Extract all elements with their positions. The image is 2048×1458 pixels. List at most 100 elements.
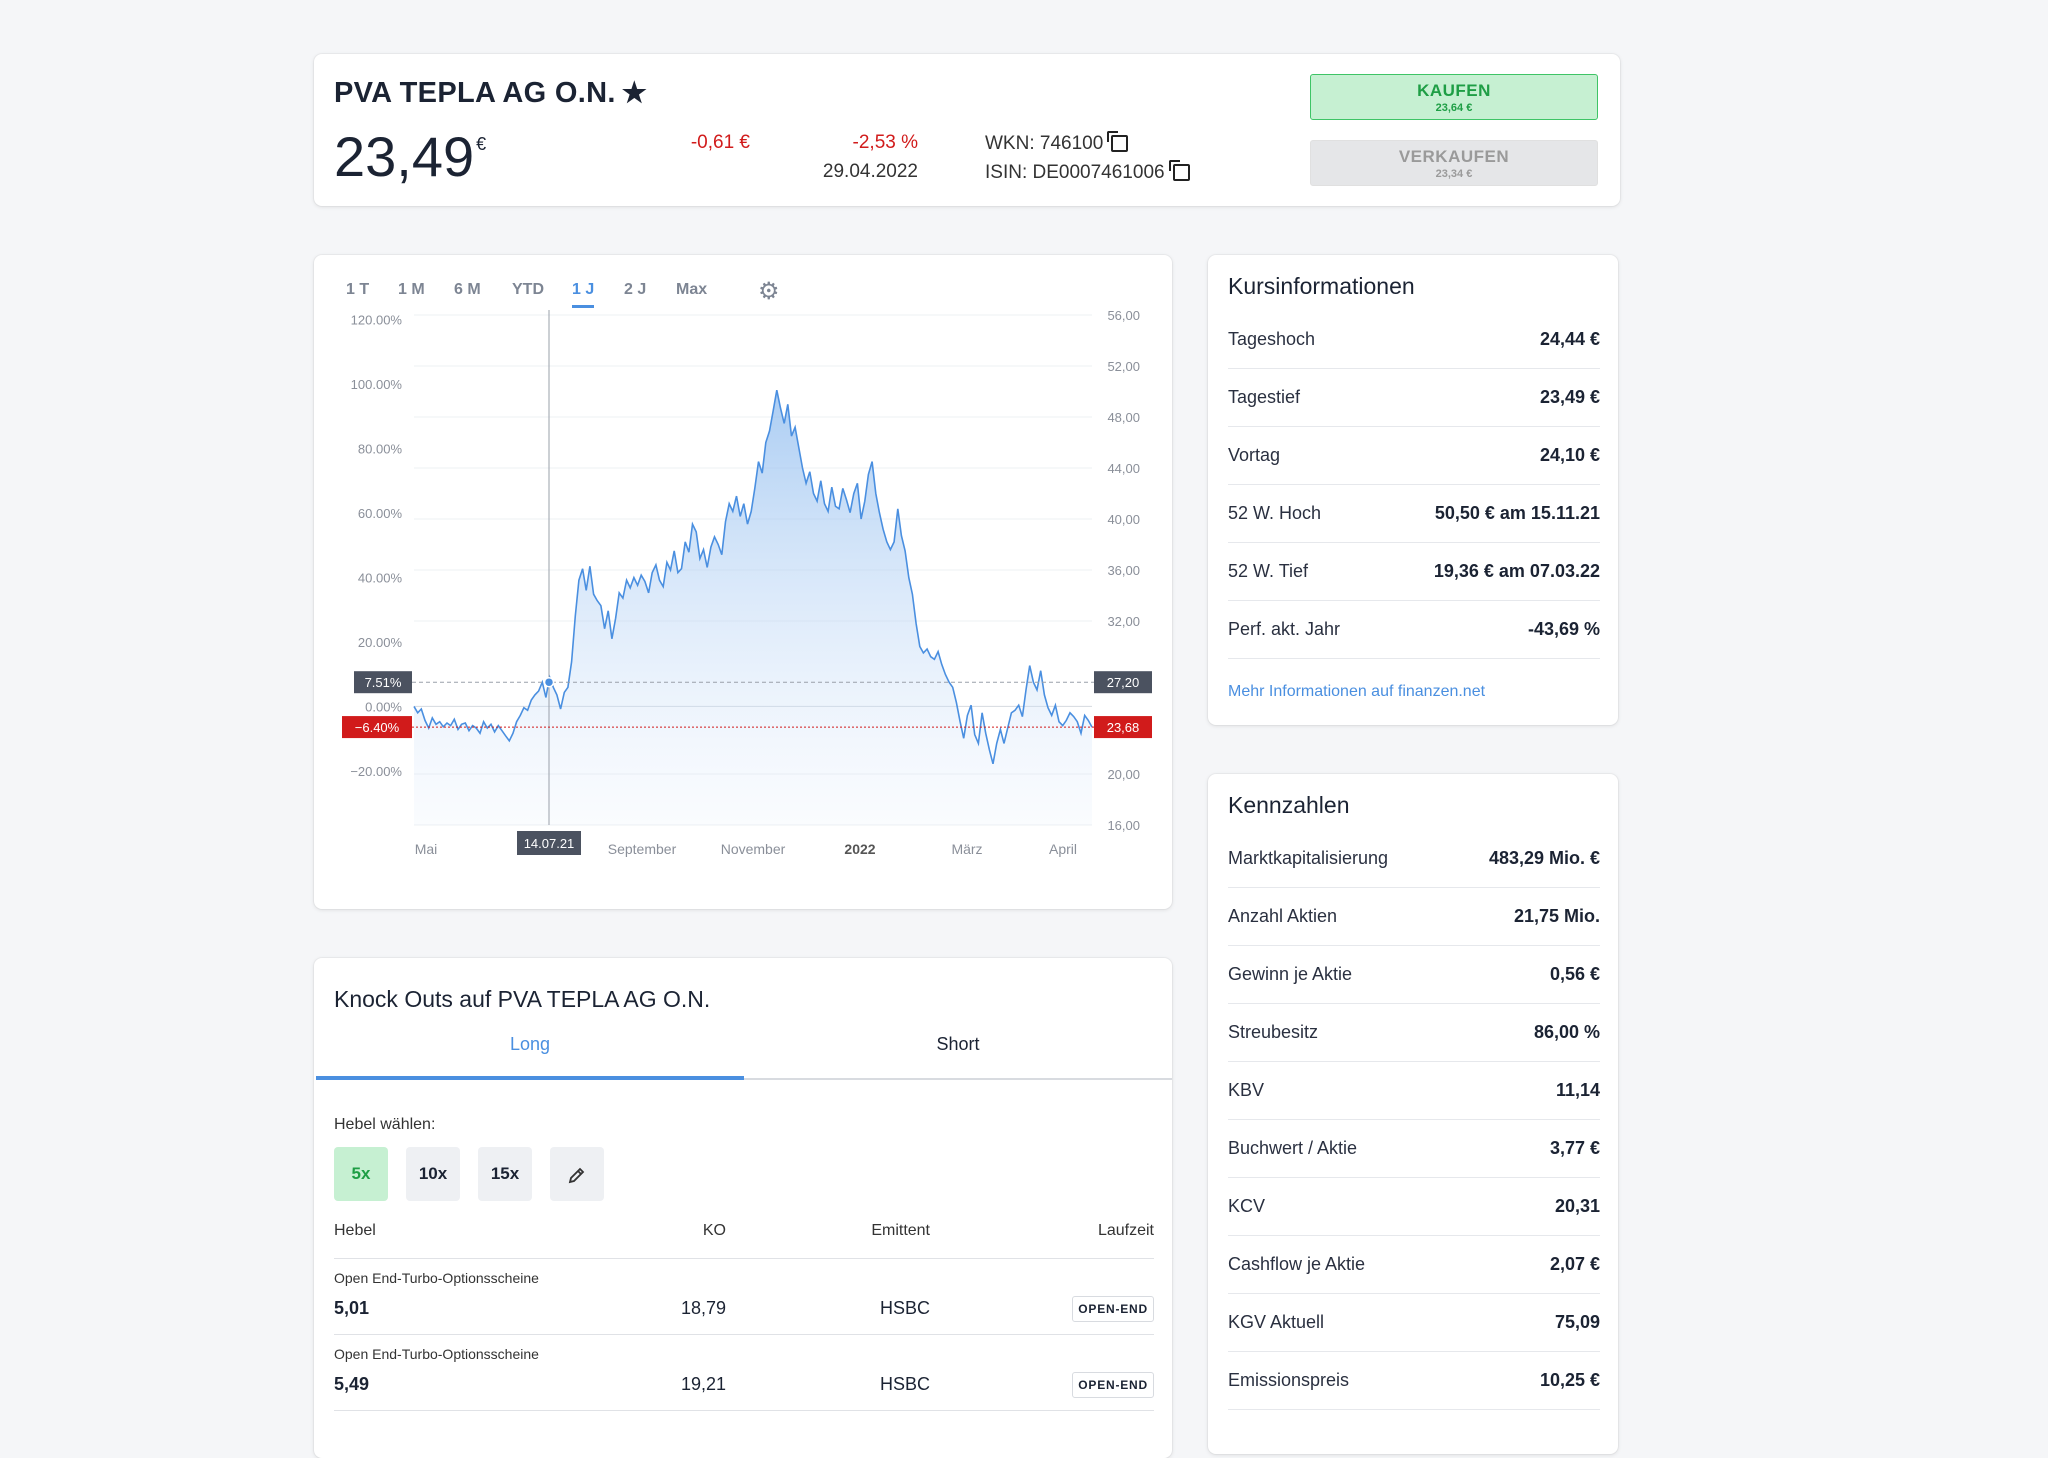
gear-icon[interactable]: ⚙ bbox=[758, 277, 780, 306]
tab-short[interactable]: Short bbox=[744, 1034, 1172, 1080]
x-axis-label: September bbox=[608, 841, 677, 857]
right-axis-tick: 52,00 bbox=[1107, 359, 1140, 374]
x-axis-label: März bbox=[951, 841, 982, 857]
maturity-badge: OPEN-END bbox=[1072, 1296, 1154, 1322]
product-type: Open End-Turbo-Optionsscheine bbox=[334, 1270, 539, 1286]
info-value: 24,44 € bbox=[1539, 329, 1600, 349]
info-row: Tageshoch 24,44 € bbox=[1228, 311, 1600, 369]
x-axis-label: November bbox=[721, 841, 786, 857]
table-row[interactable]: Open End-Turbo-Optionsscheine 5,01 18,79… bbox=[334, 1258, 1154, 1335]
change-percent: -2,53 % bbox=[852, 132, 918, 153]
crosshair-pct-label: 7.51% bbox=[365, 675, 402, 690]
crosshair-date-label: 14.07.21 bbox=[524, 836, 575, 851]
sell-price: 23,34 € bbox=[1435, 168, 1473, 180]
info-value: 19,36 € am 07.03.22 bbox=[1433, 561, 1600, 581]
info-row: 52 W. Tief 19,36 € am 07.03.22 bbox=[1228, 543, 1600, 601]
metric-row: Streubesitz 86,00 % bbox=[1228, 1004, 1600, 1062]
metric-label: KGV Aktuell bbox=[1228, 1312, 1325, 1332]
metric-row: Marktkapitalisierung 483,29 Mio. € bbox=[1228, 830, 1600, 888]
metric-value: 483,29 Mio. € bbox=[1488, 848, 1600, 868]
ko-value: 18,79 bbox=[680, 1298, 726, 1318]
current-pct-label: −6.40% bbox=[355, 720, 400, 735]
tab-long[interactable]: Long bbox=[316, 1034, 744, 1080]
info-row: Perf. akt. Jahr -43,69 % bbox=[1228, 601, 1600, 659]
more-info-link[interactable]: Mehr Informationen auf finanzen.net bbox=[1228, 683, 1485, 701]
left-axis-tick: 100.00% bbox=[351, 377, 403, 392]
current-price-label: 23,68 bbox=[1107, 720, 1140, 735]
range-ytd[interactable]: YTD bbox=[512, 281, 544, 305]
maturity-badge: OPEN-END bbox=[1072, 1372, 1154, 1398]
lever-15x-button[interactable]: 15x bbox=[478, 1147, 532, 1201]
metric-value: 10,25 € bbox=[1539, 1370, 1600, 1390]
metric-row: Anzahl Aktien 21,75 Mio. bbox=[1228, 888, 1600, 946]
left-axis-tick: 60.00% bbox=[358, 506, 403, 521]
metric-value: 75,09 bbox=[1554, 1312, 1600, 1332]
copy-icon[interactable] bbox=[1168, 160, 1190, 181]
info-label: 52 W. Tief bbox=[1228, 561, 1309, 581]
table-row[interactable]: Open End-Turbo-Optionsscheine 5,49 19,21… bbox=[334, 1334, 1154, 1411]
metric-row: Gewinn je Aktie 0,56 € bbox=[1228, 946, 1600, 1004]
lever-10x-button[interactable]: 10x bbox=[406, 1147, 460, 1201]
info-row: Vortag 24,10 € bbox=[1228, 427, 1600, 485]
left-axis-tick: 80.00% bbox=[358, 441, 403, 456]
page-title: PVA TEPLA AG O.N. ★ bbox=[334, 76, 647, 110]
range-max[interactable]: Max bbox=[676, 281, 707, 305]
issuer: HSBC bbox=[879, 1298, 930, 1318]
right-axis-tick: 44,00 bbox=[1107, 461, 1140, 476]
left-axis-tick: −20.00% bbox=[350, 764, 402, 779]
info-value: 23,49 € bbox=[1539, 387, 1600, 407]
range-1j[interactable]: 1 J bbox=[572, 281, 595, 308]
range-1t[interactable]: 1 T bbox=[346, 281, 369, 305]
metric-value: 86,00 % bbox=[1533, 1022, 1600, 1042]
isin-field: ISIN: DE0007461006 bbox=[985, 160, 1190, 184]
info-label: Tagestief bbox=[1228, 387, 1301, 407]
info-label: 52 W. Hoch bbox=[1228, 503, 1322, 523]
price-chart-card: 56,00 52,00 48,00 44,00 40,00 36,00 32,00 20,00… bbox=[314, 255, 1172, 909]
lever-5x-button[interactable]: 5x bbox=[334, 1147, 388, 1201]
metric-label: KCV bbox=[1228, 1196, 1266, 1216]
lever-select-label: Hebel wählen: bbox=[334, 1116, 436, 1133]
change-absolute: -0,61 € bbox=[690, 132, 750, 153]
right-axis-tick: 20,00 bbox=[1107, 767, 1140, 782]
price-chart[interactable]: 56,00 52,00 48,00 44,00 40,00 36,00 32,00 20,00… bbox=[314, 255, 1172, 909]
range-1m[interactable]: 1 M bbox=[398, 281, 425, 305]
right-axis-tick: 36,00 bbox=[1107, 563, 1140, 578]
crosshair-point bbox=[543, 676, 555, 688]
x-axis-label: Mai bbox=[415, 841, 438, 857]
range-6m[interactable]: 6 M bbox=[454, 281, 481, 305]
x-axis-label: 2022 bbox=[844, 841, 875, 857]
col-laufzeit: Laufzeit bbox=[1097, 1222, 1154, 1239]
current-price: 23,49 € bbox=[334, 124, 486, 189]
range-2j[interactable]: 2 J bbox=[624, 281, 646, 305]
copy-icon[interactable] bbox=[1107, 131, 1129, 152]
price-area bbox=[414, 390, 1092, 825]
info-label: Tageshoch bbox=[1228, 329, 1316, 349]
x-axis-label: April bbox=[1049, 841, 1077, 857]
left-axis-tick: 20.00% bbox=[358, 635, 403, 650]
info-row: Tagestief 23,49 € bbox=[1228, 369, 1600, 427]
right-axis-tick: 32,00 bbox=[1107, 614, 1140, 629]
metric-row: Cashflow je Aktie 2,07 € bbox=[1228, 1236, 1600, 1294]
buy-button[interactable]: KAUFEN 23,64 € bbox=[1310, 74, 1598, 120]
price-value: 23,49 bbox=[334, 125, 475, 188]
metric-value: 21,75 Mio. bbox=[1513, 906, 1600, 926]
metric-label: Streubesitz bbox=[1228, 1022, 1319, 1042]
star-icon[interactable]: ★ bbox=[622, 77, 647, 108]
metric-label: Buchwert / Aktie bbox=[1228, 1138, 1358, 1158]
info-row: 52 W. Hoch 50,50 € am 15.11.21 bbox=[1228, 485, 1600, 543]
info-label: Perf. akt. Jahr bbox=[1228, 619, 1341, 639]
wkn-value: WKN: 746100 bbox=[985, 133, 1104, 154]
tab-label: Short bbox=[936, 1034, 980, 1054]
info-value: 50,50 € am 15.11.21 bbox=[1434, 503, 1600, 523]
kennzahlen-card: Kennzahlen Marktkapitalisierung 483,29 Mi… bbox=[1208, 774, 1618, 1454]
metric-value: 3,77 € bbox=[1549, 1138, 1600, 1158]
price-currency: € bbox=[476, 134, 487, 154]
sell-button[interactable]: VERKAUFEN 23,34 € bbox=[1310, 140, 1598, 186]
issuer: HSBC bbox=[879, 1374, 930, 1394]
pencil-icon[interactable] bbox=[550, 1147, 604, 1201]
metric-label: Marktkapitalisierung bbox=[1228, 848, 1389, 868]
right-axis-tick: 40,00 bbox=[1107, 512, 1140, 527]
left-axis-tick: 120.00% bbox=[351, 312, 403, 327]
left-axis-tick: 0.00% bbox=[365, 699, 402, 714]
right-axis-tick: 48,00 bbox=[1107, 410, 1140, 425]
